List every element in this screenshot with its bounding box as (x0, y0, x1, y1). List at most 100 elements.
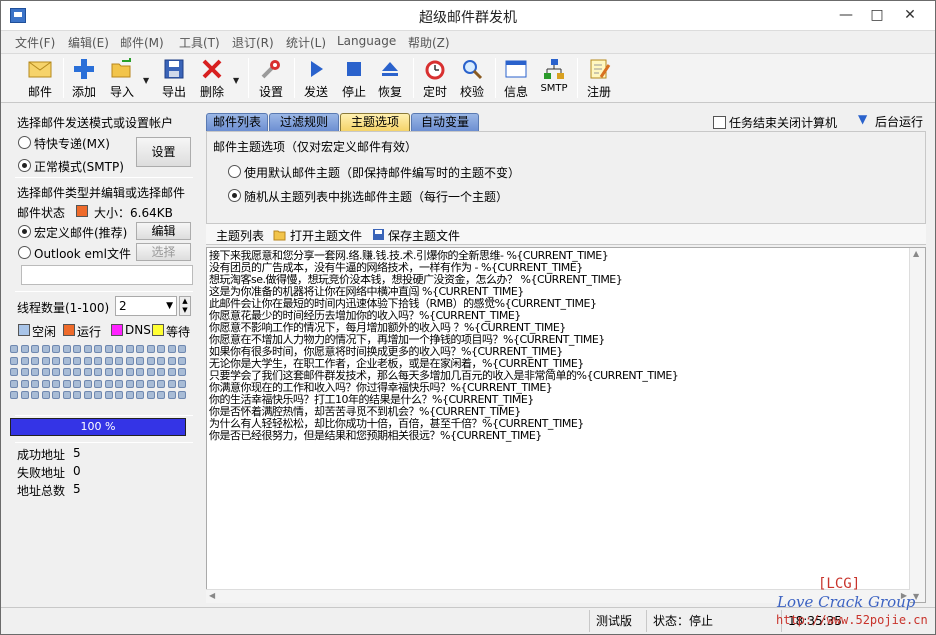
close-button[interactable]: ✕ (898, 5, 922, 25)
threads-label: 线程数量(1-100) (17, 301, 110, 315)
vertical-scrollbar[interactable]: ▲ ▼ (909, 248, 925, 602)
scroll-left-icon[interactable]: ◀ (209, 591, 215, 600)
select-eml-button[interactable]: 选择 (136, 243, 191, 261)
delete-button[interactable]: 删除 (197, 57, 227, 101)
scroll-up-icon[interactable]: ▲ (913, 249, 919, 258)
import-button[interactable]: 导入 (107, 57, 137, 101)
radio-mode-express[interactable] (18, 136, 31, 149)
mail-button[interactable]: 邮件 (23, 57, 57, 101)
outlook-eml-label[interactable]: Outlook eml文件 (34, 245, 131, 262)
shutdown-checkbox[interactable] (713, 116, 726, 129)
thread-cell (41, 391, 50, 399)
thread-cell (41, 379, 50, 388)
tab-mail-list[interactable]: 邮件列表 (206, 113, 268, 131)
background-run-label[interactable]: 后台运行 (875, 113, 923, 130)
info-button[interactable]: 信息 (501, 57, 531, 101)
thread-cell (167, 368, 176, 376)
radio-mode-normal[interactable] (18, 159, 31, 172)
toolbar: 邮件 添加 导入 ▼ 导出 删除 ▼ 设置 发送 停止 恢复 定时 校验 信息 … (1, 53, 935, 103)
thread-cell (178, 368, 186, 376)
fail-value: 0 (73, 464, 81, 478)
check-button[interactable]: 校验 (457, 57, 487, 101)
eml-path-input[interactable] (21, 265, 193, 285)
success-value: 5 (73, 446, 81, 460)
radio-default-subject[interactable] (228, 165, 241, 178)
settings-button[interactable]: 设置 (256, 57, 286, 101)
default-subject-label[interactable]: 使用默认邮件主题（即保持邮件编写时的主题不变） (244, 164, 520, 181)
import-dropdown-icon[interactable]: ▼ (143, 76, 149, 85)
random-subject-label[interactable]: 随机从主题列表中挑选邮件主题（每行一个主题） (244, 188, 508, 205)
thread-cell (10, 356, 18, 365)
mail-type-section-title: 选择邮件类型并编辑或选择邮件 (17, 186, 186, 200)
menu-tools[interactable]: 工具(T) (179, 34, 220, 51)
threads-select[interactable]: 2 ▼ (115, 296, 177, 316)
mail-label: 邮件 (27, 85, 52, 99)
thread-cell (62, 368, 71, 376)
settings-account-button[interactable]: 设置 (136, 137, 191, 167)
maximize-button[interactable]: □ (865, 5, 889, 25)
thread-cell (157, 391, 165, 399)
send-button[interactable]: 发送 (301, 57, 331, 101)
radio-macro-mail[interactable] (18, 225, 31, 238)
state-text: 状态：停止 (646, 610, 780, 632)
subject-line: 接下来我愿意和您分享一套网.络.赚.钱.技.术.引爆你的全新思维- %{CURR… (209, 250, 609, 262)
add-label: 添加 (71, 85, 96, 99)
eject-icon (382, 62, 398, 76)
restore-button[interactable]: 恢复 (375, 57, 405, 101)
smtp-button[interactable]: SMTP (538, 57, 570, 101)
watermark-love-crack-group: Love Crack Group (777, 593, 916, 611)
save-subject-file-button[interactable]: 保存主题文件 (388, 227, 460, 244)
threads-spinner[interactable]: ▲ ▼ (179, 296, 191, 316)
delete-dropdown-icon[interactable]: ▼ (233, 76, 239, 85)
info-label: 信息 (503, 85, 528, 99)
subject-list-textarea[interactable]: 接下来我愿意和您分享一套网.络.赚.钱.技.术.引爆你的全新思维- %{CURR… (206, 247, 926, 603)
plus-icon (74, 59, 94, 79)
thread-cell (157, 345, 165, 353)
add-button[interactable]: 添加 (69, 57, 99, 101)
thread-cell (115, 356, 123, 365)
menu-statistics[interactable]: 统计(L) (286, 34, 326, 51)
stop-button[interactable]: 停止 (339, 57, 369, 101)
shutdown-label[interactable]: 任务结束关闭计算机 (729, 114, 837, 131)
thread-cell (115, 391, 123, 399)
tab-auto-variables[interactable]: 自动变量 (411, 113, 479, 131)
thread-cell (20, 345, 29, 353)
timer-button[interactable]: 定时 (420, 57, 450, 101)
menu-unsubscribe[interactable]: 退订(R) (232, 34, 274, 51)
thread-cell (136, 391, 144, 399)
thread-cell (52, 356, 60, 365)
mode-normal-label[interactable]: 正常模式(SMTP) (34, 158, 124, 175)
thread-cell (73, 368, 81, 376)
radio-random-subject[interactable] (228, 189, 241, 202)
thread-cell (62, 356, 71, 365)
background-chevron-icon[interactable]: ▼ (858, 112, 867, 126)
menu-edit[interactable]: 编辑(E) (68, 34, 109, 51)
restore-label: 恢复 (377, 85, 402, 99)
radio-outlook-eml[interactable] (18, 246, 31, 259)
minimize-button[interactable]: — (834, 5, 858, 25)
subject-line: 你是否怀着满腔热情，却苦苦寻觅不到机会？%{CURRENT_TIME} (209, 406, 521, 418)
mode-express-label[interactable]: 特快专递(MX) (34, 135, 110, 152)
macro-mail-label[interactable]: 宏定义邮件(推荐) (34, 224, 127, 241)
thread-cell (83, 345, 92, 353)
export-button[interactable]: 导出 (159, 57, 189, 101)
menu-file[interactable]: 文件(F) (15, 34, 55, 51)
menu-language[interactable]: Language (337, 34, 396, 48)
menu-mail[interactable]: 邮件(M) (120, 34, 164, 51)
open-subject-file-button[interactable]: 打开主题文件 (290, 227, 362, 244)
tab-filter-rules[interactable]: 过滤规则 (269, 113, 339, 131)
legend-waiting-label: 等待 (166, 325, 191, 339)
thread-cell (20, 391, 29, 399)
chevron-down-icon: ▼ (166, 301, 173, 311)
thread-status-grid (10, 345, 188, 403)
thread-cell (52, 391, 60, 399)
edit-mail-button[interactable]: 编辑 (136, 222, 191, 240)
thread-cell (31, 345, 39, 353)
menu-help[interactable]: 帮助(Z) (408, 34, 450, 51)
tab-subject-options[interactable]: 主题选项 (340, 113, 410, 131)
subject-line: 无论你是大学生，在职工作者，企业老板，或是在家闲着，%{CURRENT_TIME… (209, 358, 584, 370)
thread-cell (83, 391, 92, 399)
thread-cell (20, 356, 29, 365)
subject-options-title: 邮件主题选项（仅对宏定义邮件有效） (213, 140, 418, 154)
register-button[interactable]: 注册 (584, 57, 614, 101)
